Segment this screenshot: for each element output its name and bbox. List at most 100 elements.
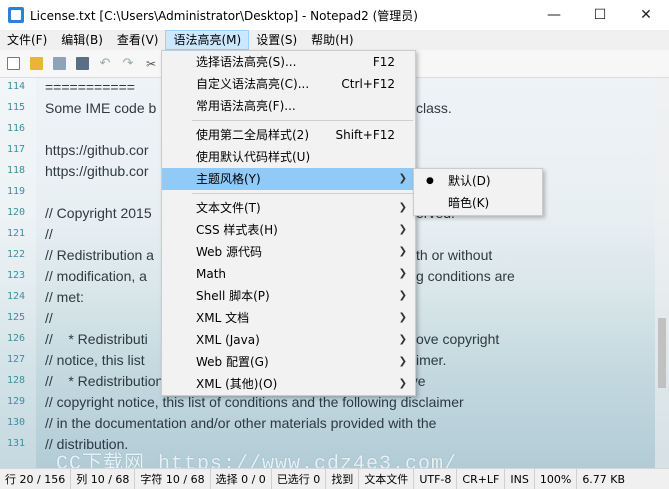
line-number: 124: [7, 291, 26, 302]
line-text: // Copyright 2015: [45, 204, 152, 221]
scissors-icon: ✂: [145, 56, 157, 71]
menu-bar: 文件(F) 编辑(B) 查看(V) 语法高亮(M) 设置(S) 帮助(H): [0, 30, 669, 50]
close-button[interactable]: ✕: [623, 0, 669, 30]
syntax-menu-item[interactable]: 使用默认代码样式(U): [162, 146, 415, 168]
menu-item-label: Math: [196, 267, 227, 281]
line-number: 118: [7, 165, 26, 176]
line-text: Some IME code b: [45, 99, 157, 116]
syntax-menu-item[interactable]: 文本文件(T) ❯: [162, 197, 415, 219]
line-text: //: [45, 309, 53, 326]
menu-item-label: 常用语法高亮(F)...: [196, 99, 296, 113]
menu-item-label: 选择语法高亮(S)...: [196, 55, 297, 69]
save-all-icon: [75, 57, 89, 70]
radio-bullet-icon: ●: [426, 176, 434, 186]
syntax-menu-item[interactable]: 使用第二全局样式(2) Shift+F12: [162, 124, 415, 146]
chevron-right-icon: ❯: [398, 224, 407, 235]
theme-submenu-item[interactable]: ● 默认(D): [414, 170, 542, 192]
line-number: 114: [7, 81, 26, 92]
chevron-right-icon: ❯: [398, 356, 407, 367]
notepad2-app-icon[interactable]: [8, 7, 24, 23]
window-title: License.txt [C:\Users\Administrator\Desk…: [30, 8, 418, 23]
vertical-scrollbar[interactable]: [655, 78, 669, 468]
line-number: 129: [7, 396, 26, 407]
menu-edit[interactable]: 编辑(B): [54, 30, 110, 50]
menu-settings[interactable]: 设置(S): [249, 30, 304, 50]
line-text: // modification, a: [45, 267, 147, 284]
syntax-menu-item[interactable]: 选择语法高亮(S)... F12: [162, 51, 415, 73]
status-ins[interactable]: INS: [505, 468, 535, 489]
line-text: // Redistribution a: [45, 246, 154, 263]
status-eol[interactable]: CR+LF: [457, 468, 506, 489]
line-number: 126: [7, 333, 26, 344]
new-file-icon: [6, 57, 20, 70]
menu-separator: [192, 193, 413, 194]
menu-view[interactable]: 查看(V): [110, 30, 166, 50]
status-selected-lines: 已选行 0: [272, 468, 327, 489]
line-number: 115: [7, 102, 26, 113]
line-text-tail: g conditions are: [416, 267, 515, 284]
redo-icon: ↷: [122, 56, 134, 71]
line-text: https://github.cor: [45, 141, 149, 158]
status-file-type[interactable]: 文本文件: [359, 468, 415, 489]
undo-icon: ↶: [99, 56, 111, 71]
syntax-menu-item[interactable]: Math ❯: [162, 263, 415, 285]
theme-submenu: ● 默认(D) 暗色(K): [413, 168, 543, 216]
syntax-menu-item[interactable]: XML 文档 ❯: [162, 307, 415, 329]
syntax-menu-item[interactable]: Shell 脚本(P) ❯: [162, 285, 415, 307]
cut-button[interactable]: ✂: [142, 55, 160, 73]
save-button[interactable]: [50, 55, 68, 73]
syntax-menu-item[interactable]: 自定义语法高亮(C)... Ctrl+F12: [162, 73, 415, 95]
line-text-tail: imer.: [416, 351, 447, 368]
menu-item-label: 文本文件(T): [196, 201, 261, 215]
menu-item-label: XML (Java): [196, 333, 260, 347]
chevron-right-icon: ❯: [398, 378, 407, 389]
line-text: https://github.cor: [45, 162, 149, 179]
status-line: 行 20 / 156: [0, 468, 72, 489]
new-file-button[interactable]: [4, 55, 22, 73]
maximize-button[interactable]: ☐: [577, 0, 623, 30]
menu-item-label: 使用默认代码样式(U): [196, 150, 311, 164]
editor-line[interactable]: 130 // in the documentation and/or other …: [0, 412, 660, 433]
menu-item-label: 主题风格(Y): [196, 172, 261, 186]
save-all-button[interactable]: [73, 55, 91, 73]
line-text: //: [45, 225, 53, 242]
save-icon: [52, 57, 66, 70]
syntax-menu-item[interactable]: Web 配置(G) ❯: [162, 351, 415, 373]
menu-item-shortcut: F12: [372, 55, 395, 69]
status-found: 找到: [326, 468, 360, 489]
menu-item-label: Web 配置(G): [196, 355, 269, 369]
line-text: // notice, this list: [45, 351, 145, 368]
menu-item-shortcut: Ctrl+F12: [341, 77, 395, 91]
syntax-menu-item[interactable]: CSS 样式表(H) ❯: [162, 219, 415, 241]
status-zoom[interactable]: 100%: [535, 468, 578, 489]
menu-separator: [192, 120, 413, 121]
scrollbar-thumb[interactable]: [658, 318, 666, 388]
syntax-menu-item[interactable]: 主题风格(Y) ❯: [162, 168, 415, 190]
chevron-right-icon: ❯: [398, 334, 407, 345]
line-number: 116: [7, 123, 26, 134]
syntax-menu-item[interactable]: XML (Java) ❯: [162, 329, 415, 351]
line-number: 122: [7, 249, 26, 260]
menu-file[interactable]: 文件(F): [0, 30, 54, 50]
open-file-button[interactable]: [27, 55, 45, 73]
line-text-tail: class.: [416, 99, 452, 116]
theme-submenu-item[interactable]: 暗色(K): [414, 192, 542, 214]
minimize-button[interactable]: —: [531, 0, 577, 30]
chevron-right-icon: ❯: [398, 246, 407, 257]
line-text: ===========: [45, 78, 135, 95]
menu-item-label: 使用第二全局样式(2): [196, 128, 309, 142]
menu-help[interactable]: 帮助(H): [304, 30, 360, 50]
syntax-menu-item[interactable]: 常用语法高亮(F)...: [162, 95, 415, 117]
syntax-menu-item[interactable]: XML (其他)(O) ❯: [162, 373, 415, 395]
syntax-menu-item[interactable]: Web 源代码 ❯: [162, 241, 415, 263]
line-text-tail: ove copyright: [416, 330, 500, 347]
line-number: 123: [7, 270, 26, 281]
syntax-menu-dropdown: 选择语法高亮(S)... F12 自定义语法高亮(C)... Ctrl+F12 常用语法…: [161, 50, 416, 396]
menu-item-label: 默认(D): [448, 174, 491, 188]
status-encoding[interactable]: UTF-8: [414, 468, 458, 489]
status-bar: 行 20 / 156 列 10 / 68 字符 10 / 68 选择 0 / 0…: [0, 468, 669, 489]
menu-syntax[interactable]: 语法高亮(M): [165, 30, 250, 50]
undo-button[interactable]: ↶: [96, 55, 114, 73]
redo-button[interactable]: ↷: [119, 55, 137, 73]
line-number: 127: [7, 354, 26, 365]
